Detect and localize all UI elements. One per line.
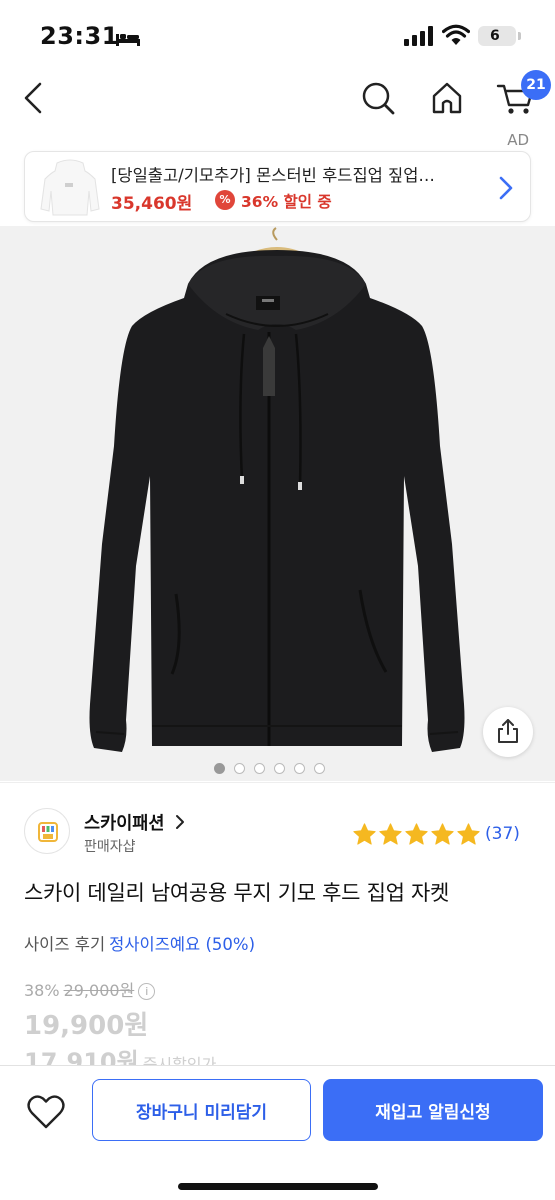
star-icon xyxy=(379,823,402,845)
instant-discount-row: 17,910원 즉시할인가 xyxy=(24,1045,216,1065)
sleep-mode-icon xyxy=(116,34,140,46)
shop-logo[interactable] xyxy=(24,808,70,854)
pagination-dot[interactable] xyxy=(254,763,265,774)
instant-discount-label: 즉시할인가 xyxy=(142,1055,217,1065)
star-icon xyxy=(457,823,480,845)
size-review[interactable]: 사이즈 후기 정사이즈예요 (50%) xyxy=(24,931,255,955)
section-divider xyxy=(0,782,555,783)
discount-percent-icon: % xyxy=(215,190,235,210)
discount-rate: 38% xyxy=(24,981,60,1000)
ad-product-thumbnail xyxy=(40,159,100,216)
cellular-signal-icon xyxy=(404,26,433,46)
pagination-dot[interactable] xyxy=(274,763,285,774)
battery-indicator: 6 xyxy=(478,26,516,46)
original-price-row: 38% 29,000원 i xyxy=(24,977,156,1001)
chevron-right-icon xyxy=(499,176,513,200)
ad-price: 35,460원 xyxy=(111,194,193,214)
search-icon[interactable] xyxy=(360,80,396,116)
battery-nub xyxy=(518,32,521,40)
wifi-icon xyxy=(442,24,470,45)
pagination-dot[interactable] xyxy=(214,763,225,774)
restock-alert-button[interactable]: 재입고 알림신청 xyxy=(323,1079,543,1141)
gallery-pagination[interactable] xyxy=(214,763,325,777)
home-indicator xyxy=(178,1183,378,1190)
size-review-label: 사이즈 후기 xyxy=(24,935,106,954)
heart-icon[interactable] xyxy=(26,1094,66,1130)
add-to-cart-button[interactable]: 장바구니 미리담기 xyxy=(92,1079,311,1141)
star-icon xyxy=(353,823,376,845)
share-button[interactable] xyxy=(483,707,533,757)
nav-bar xyxy=(0,68,555,130)
review-count[interactable]: (37) xyxy=(485,824,520,844)
bottom-action-bar: 장바구니 미리담기 재입고 알림신청 xyxy=(0,1065,555,1200)
sale-price: 19,900원 xyxy=(24,1011,149,1041)
original-price: 29,000원 xyxy=(63,981,135,1000)
pagination-dot[interactable] xyxy=(314,763,325,774)
product-image[interactable] xyxy=(0,226,555,781)
home-icon[interactable] xyxy=(430,80,464,116)
instant-price: 17,910원 xyxy=(24,1048,139,1065)
shop-type: 판매자샵 xyxy=(84,839,136,855)
star-icon xyxy=(431,823,454,845)
pagination-dot[interactable] xyxy=(294,763,305,774)
ad-banner[interactable]: [당일출고/기모추가] 몬스터빈 후드집업 짚업… 35,460원 % 36% … xyxy=(24,151,531,222)
product-title: 스카이 데일리 남여공용 무지 기모 후드 집업 자켓 xyxy=(24,881,450,905)
info-icon[interactable]: i xyxy=(138,983,156,1000)
star-icon xyxy=(405,823,428,845)
ad-discount-text: 36% 할인 중 xyxy=(241,193,332,211)
status-time: 23:31 xyxy=(40,22,119,50)
hoodie-photo xyxy=(89,227,465,752)
share-icon xyxy=(498,719,518,743)
ad-title: [당일출고/기모추가] 몬스터빈 후드집업 짚업… xyxy=(111,166,435,185)
cart-count-badge[interactable]: 21 xyxy=(521,70,551,100)
chevron-right-icon[interactable] xyxy=(175,814,185,830)
pagination-dot[interactable] xyxy=(234,763,245,774)
status-bar: 23:31 6 xyxy=(0,0,555,68)
rating-stars[interactable] xyxy=(352,822,481,847)
shop-name[interactable]: 스카이패션 xyxy=(84,810,165,835)
store-icon xyxy=(38,822,58,842)
ad-label: AD xyxy=(507,131,529,149)
back-arrow-icon[interactable] xyxy=(20,80,48,116)
size-review-value[interactable]: 정사이즈예요 (50%) xyxy=(109,935,255,954)
